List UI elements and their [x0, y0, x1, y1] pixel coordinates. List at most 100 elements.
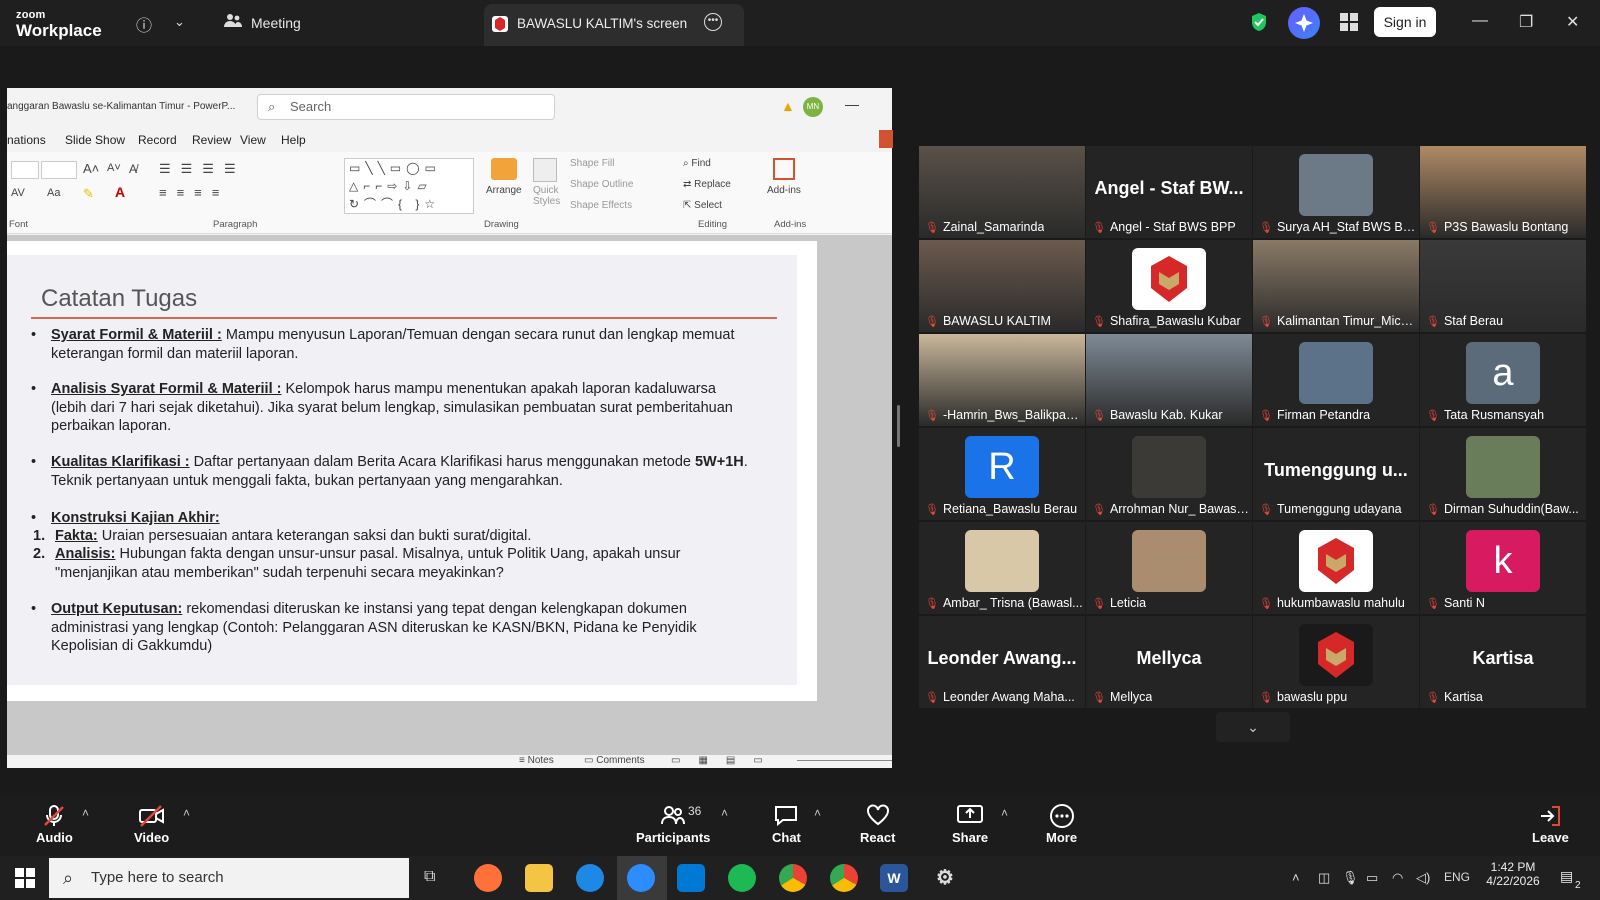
shape-fill[interactable]: Shape Fill [570, 158, 614, 169]
spotify-icon[interactable] [728, 864, 756, 892]
list-icons[interactable]: ☰☰☰☰ [159, 161, 246, 177]
participant-tile[interactable]: 🎙︎ Staf Berau [1420, 240, 1586, 332]
participant-tile[interactable]: 🎙︎ Kalimantan Timur_Michae... [1253, 240, 1419, 332]
security-shield-icon[interactable] [1250, 12, 1268, 37]
menu-item-view[interactable]: View [240, 133, 266, 147]
react-button[interactable]: React [860, 804, 895, 845]
share-ribbon-icon[interactable] [879, 130, 893, 148]
quick-styles-label[interactable]: Quick Styles [533, 185, 565, 207]
participant-tile[interactable]: 🎙︎ Bawaslu Kab. Kukar [1086, 334, 1252, 426]
addins-icon[interactable] [773, 158, 795, 180]
participant-tile[interactable]: 🎙︎ BAWASLU KALTIM [919, 240, 1085, 332]
windows-start-icon[interactable] [15, 868, 35, 893]
taskbar-search-box[interactable]: ⌕ Type here to search [49, 858, 409, 898]
shape-outline[interactable]: Shape Outline [570, 179, 633, 190]
participant-tile[interactable]: 🎙︎ hukumbawaslu mahulu [1253, 522, 1419, 614]
participant-tile[interactable]: 🎙︎ Surya AH_Staf BWS BPP [1253, 146, 1419, 238]
chat-button[interactable]: Chat [772, 804, 801, 845]
audio-button[interactable]: Audio [36, 804, 73, 845]
user-avatar[interactable]: MN [803, 97, 823, 117]
info-icon[interactable]: ⓘ [136, 12, 152, 36]
grow-font-icon[interactable]: A˄ [83, 161, 99, 176]
warning-icon[interactable]: ▲ [781, 98, 795, 114]
font-name-box[interactable] [11, 161, 39, 179]
slide[interactable]: Catatan Tugas • Syarat Formil & Materiil … [7, 241, 817, 701]
zoom-slider[interactable] [797, 760, 892, 761]
find-button[interactable]: ⌕ Find [683, 158, 711, 169]
tray-camera-icon[interactable]: ◫ [1318, 870, 1330, 886]
clear-format-icon[interactable]: A̸ [129, 162, 137, 176]
video-button[interactable]: Video [134, 804, 169, 845]
participant-tile[interactable]: 🎙︎ P3S Bawaslu Bontang [1420, 146, 1586, 238]
menu-item-slideshow[interactable]: Slide Show [65, 133, 125, 147]
comments-button[interactable]: ▭ Comments [584, 755, 645, 766]
participant-tile[interactable]: 🎙︎ Ambar_ Trisna (Bawasl... [919, 522, 1085, 614]
menu-item-record[interactable]: Record [138, 133, 177, 147]
participant-tile[interactable]: Leonder Awang... 🎙︎ Leonder Awang Maha... [919, 616, 1085, 708]
participant-tile[interactable]: Angel - Staf BW... 🎙︎ Angel - Staf BWS BPP [1086, 146, 1252, 238]
participant-tile[interactable]: k 🎙︎ Santi N [1420, 522, 1586, 614]
sign-in-button[interactable]: Sign in [1374, 7, 1436, 37]
share-button[interactable]: Share [952, 804, 988, 845]
menu-item-help[interactable]: Help [281, 133, 306, 147]
menu-item-review[interactable]: Review [192, 133, 231, 147]
shape-effects[interactable]: Shape Effects [570, 200, 632, 211]
align-icons[interactable]: ≡≡≡≡ [159, 185, 229, 200]
chrome-icon[interactable] [779, 864, 807, 892]
font-size-box[interactable] [41, 161, 77, 179]
addins-label[interactable]: Add-ins [767, 185, 801, 196]
more-button[interactable]: More [1046, 804, 1077, 845]
share-tab[interactable]: BAWASLU KALTIM's screen ••• [484, 4, 744, 46]
participant-tile[interactable]: 🎙︎ Dirman Suhuddin(Baw... [1420, 428, 1586, 520]
firefox-icon[interactable] [474, 864, 502, 892]
file-explorer-icon[interactable] [525, 864, 553, 892]
word-icon[interactable]: W [880, 864, 908, 892]
volume-icon[interactable]: ◁) [1416, 870, 1430, 886]
zoom-app-icon[interactable] [627, 864, 655, 892]
restore-icon[interactable]: ❐ [1519, 12, 1533, 32]
menu-item-animations[interactable]: nations [7, 133, 46, 147]
highlight-icon[interactable]: ✎ [83, 186, 94, 202]
close-icon[interactable]: ✕ [1566, 12, 1579, 32]
more-options-icon[interactable]: ••• [704, 13, 722, 31]
task-view-icon[interactable]: ⧉ [424, 868, 435, 886]
chrome-profile-icon[interactable] [830, 864, 858, 892]
shapes-gallery[interactable]: ▭╲╲▭◯▭ △⌐⌐⇨⇩▱ ↻⌒⌒{ }☆ [344, 158, 474, 214]
edge-icon[interactable] [576, 864, 604, 892]
view-buttons[interactable]: ▭▦▤▭ [671, 755, 781, 766]
wifi-icon[interactable]: ◠ [1392, 870, 1403, 886]
notes-button[interactable]: ≡ Notes [519, 755, 554, 766]
gallery-next-page-button[interactable]: ⌄ [1216, 712, 1290, 742]
select-button[interactable]: ⇱ Select [683, 200, 722, 211]
minimize-icon[interactable]: — [1472, 12, 1488, 30]
participant-tile[interactable]: a 🎙︎ Tata Rusmansyah [1420, 334, 1586, 426]
chat-options-caret[interactable]: ˄ [814, 806, 821, 820]
participant-tile[interactable]: 🎙︎ Arrohman Nur_ Bawaslu ... [1086, 428, 1252, 520]
participants-options-caret[interactable]: ˄ [721, 806, 728, 820]
leave-button[interactable]: Leave [1532, 804, 1569, 845]
char-spacing-icon[interactable]: AV [11, 187, 25, 199]
battery-icon[interactable]: ▭ [1366, 870, 1378, 886]
arrange-icon[interactable] [491, 158, 517, 180]
settings-gear-icon[interactable]: ⚙ [931, 864, 959, 892]
shrink-font-icon[interactable]: A˅ [107, 162, 121, 174]
participant-tile[interactable]: 🎙︎ Zainal_Samarinda [919, 146, 1085, 238]
tray-mic-icon[interactable]: 🎙︎ [1342, 870, 1359, 886]
ppt-search-box[interactable]: ⌕ Search [257, 94, 555, 120]
ppt-minimize-icon[interactable]: — [845, 96, 859, 112]
participant-tile[interactable]: Kartisa 🎙︎ Kartisa [1420, 616, 1586, 708]
clock[interactable]: 1:42 PM 4/22/2026 [1478, 860, 1548, 888]
participant-tile[interactable]: 🎙︎ Shafira_Bawaslu Kubar [1086, 240, 1252, 332]
quick-styles-icon[interactable] [533, 158, 557, 182]
participant-tile[interactable]: Tumenggung u... 🎙︎ Tumenggung udayana [1253, 428, 1419, 520]
apps-grid-icon[interactable] [1340, 13, 1358, 36]
participant-tile[interactable]: Mellyca 🎙︎ Mellyca [1086, 616, 1252, 708]
change-case-icon[interactable]: Aa [47, 187, 60, 199]
splitter-handle[interactable] [897, 405, 900, 447]
ai-companion-icon[interactable] [1288, 7, 1320, 39]
meeting-label[interactable]: Meeting [251, 15, 301, 31]
tray-chevron-icon[interactable]: ˄ [1292, 870, 1300, 885]
audio-options-caret[interactable]: ˄ [82, 806, 89, 820]
participant-tile[interactable]: 🎙︎ Firman Petandra [1253, 334, 1419, 426]
store-icon[interactable] [677, 864, 705, 892]
